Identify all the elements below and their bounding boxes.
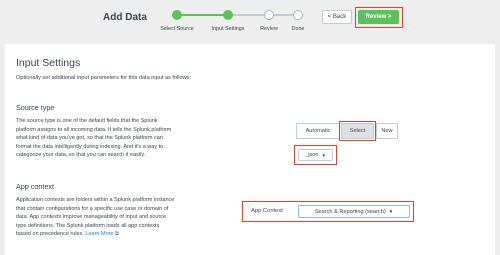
app-context-desc-line: type definitions. The Splunk platform lo…: [16, 222, 160, 229]
page-title: Add Data: [103, 12, 147, 23]
select-option-highlight: [339, 121, 376, 141]
source-type-desc-line: platform assigns to all incoming data. I…: [16, 126, 172, 133]
step-done-label: Done: [291, 26, 305, 32]
app-context-heading: App context: [16, 182, 54, 191]
source-type-description: The source type is one of the default fi…: [16, 117, 246, 160]
source-type-heading: Source type: [16, 103, 55, 112]
step-connector-1: [181, 14, 229, 16]
app-context-desc-line: based on precedence rules.: [16, 231, 84, 238]
source-type-new-button[interactable]: New: [376, 123, 398, 139]
step-done-dot: [293, 10, 303, 20]
step-connector-2: [229, 14, 297, 16]
chevron-down-icon: ▼: [321, 152, 326, 158]
source-type-desc-line: The source type is one of the default fi…: [16, 118, 158, 124]
source-type-desc-line: what kind of data you've got, so that th…: [16, 135, 163, 142]
step-review-dot: [264, 10, 274, 20]
source-type-automatic-button[interactable]: Automatic: [296, 123, 340, 139]
sourcetype-value: _json: [305, 152, 319, 158]
wizard-header: Add Data Select Source Input Settings Re…: [0, 0, 500, 44]
section-subtitle: Optionally set additional input paramete…: [16, 75, 192, 81]
app-context-label: App Context: [251, 208, 283, 214]
external-link-icon: ⧉: [115, 231, 119, 238]
step-input-settings-dot: [223, 10, 233, 20]
chevron-down-icon: ▼: [388, 209, 394, 214]
section-title: Input Settings: [16, 57, 81, 69]
input-settings-panel: Input Settings Optionally set additional…: [5, 44, 495, 255]
learn-more-link[interactable]: Learn More: [85, 231, 113, 237]
app-context-desc-line: data. App contexts improve manageability…: [16, 214, 167, 221]
app-context-desc-line: Application contexts are folders within …: [16, 197, 175, 203]
app-context-desc-line: that contain configurations for a specif…: [16, 205, 169, 212]
app-context-dropdown[interactable]: Search & Reporting (search) ▼: [298, 205, 410, 218]
back-button[interactable]: < Back: [322, 10, 352, 24]
source-type-desc-line: categorize your data, so that you can se…: [16, 152, 146, 159]
step-select-source-dot: [172, 10, 182, 20]
review-button-highlight: Review >: [355, 7, 403, 28]
app-context-description: Application contexts are folders within …: [16, 196, 246, 239]
source-type-desc-line: format the data intelligently during ind…: [16, 143, 164, 150]
review-button[interactable]: Review >: [358, 10, 399, 24]
sourcetype-dropdown[interactable]: _json ▼: [298, 149, 333, 161]
app-context-value: Search & Reporting (search): [314, 208, 386, 215]
